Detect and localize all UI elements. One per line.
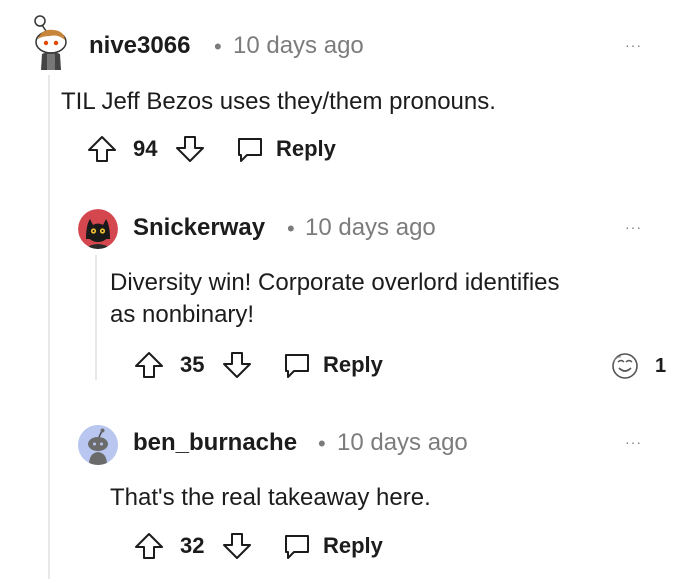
more-options-button[interactable]: ··· <box>625 219 642 235</box>
more-options-button[interactable]: ··· <box>625 37 642 53</box>
more-options-button[interactable]: ··· <box>625 434 642 450</box>
upvote-icon[interactable] <box>133 350 165 385</box>
comment-body: Diversity win! Corporate overlord identi… <box>110 267 560 331</box>
vote-count: 94 <box>133 136 158 161</box>
comment-bubble-icon <box>281 531 313 566</box>
reply-label: Reply <box>276 136 336 161</box>
thread-line-reply[interactable] <box>95 255 97 380</box>
vote-count: 35 <box>180 352 205 377</box>
vote-count: 32 <box>180 533 205 558</box>
comment-body-line: as nonbinary! <box>110 301 255 328</box>
meta-separator: • <box>318 431 326 456</box>
black-cat-avatar-icon[interactable] <box>78 209 118 249</box>
username[interactable]: ben_burnache <box>133 429 297 457</box>
downvote-icon[interactable] <box>221 350 253 385</box>
snoo-avatar-icon[interactable] <box>28 14 74 72</box>
timestamp[interactable]: 10 days ago <box>233 32 364 60</box>
reply-label: Reply <box>323 352 383 377</box>
action-bar: 32 Reply <box>133 531 433 561</box>
username[interactable]: Snickerway <box>133 214 265 242</box>
meta-separator: • <box>214 34 222 59</box>
upvote-icon[interactable] <box>133 531 165 566</box>
award-count: 1 <box>655 355 667 377</box>
default-snoo-avatar-icon[interactable] <box>78 425 118 465</box>
comment-body-line: Diversity win! Corporate overlord identi… <box>110 269 560 296</box>
reply-button[interactable]: Reply <box>281 350 401 380</box>
downvote-icon[interactable] <box>174 134 206 169</box>
award-icon[interactable] <box>609 352 641 380</box>
comment-thread: nive3066 • 10 days ago ··· TIL Jeff Bezo… <box>0 0 700 579</box>
timestamp[interactable]: 10 days ago <box>337 429 468 457</box>
comment-bubble-icon <box>281 350 313 385</box>
thread-line-root[interactable] <box>48 75 50 579</box>
reply-button[interactable]: Reply <box>281 531 401 561</box>
upvote-icon[interactable] <box>86 134 118 169</box>
action-bar: 94 Reply <box>86 134 386 164</box>
downvote-icon[interactable] <box>221 531 253 566</box>
username[interactable]: nive3066 <box>89 32 190 60</box>
timestamp[interactable]: 10 days ago <box>305 214 436 242</box>
reply-button[interactable]: Reply <box>234 134 354 164</box>
action-bar: 35 Reply <box>133 350 433 380</box>
comment-body: TIL Jeff Bezos uses they/them pronouns. <box>61 88 496 115</box>
meta-separator: • <box>287 216 295 241</box>
reply-label: Reply <box>323 533 383 558</box>
comment-body: That's the real takeaway here. <box>110 484 431 511</box>
comment-bubble-icon <box>234 134 266 169</box>
